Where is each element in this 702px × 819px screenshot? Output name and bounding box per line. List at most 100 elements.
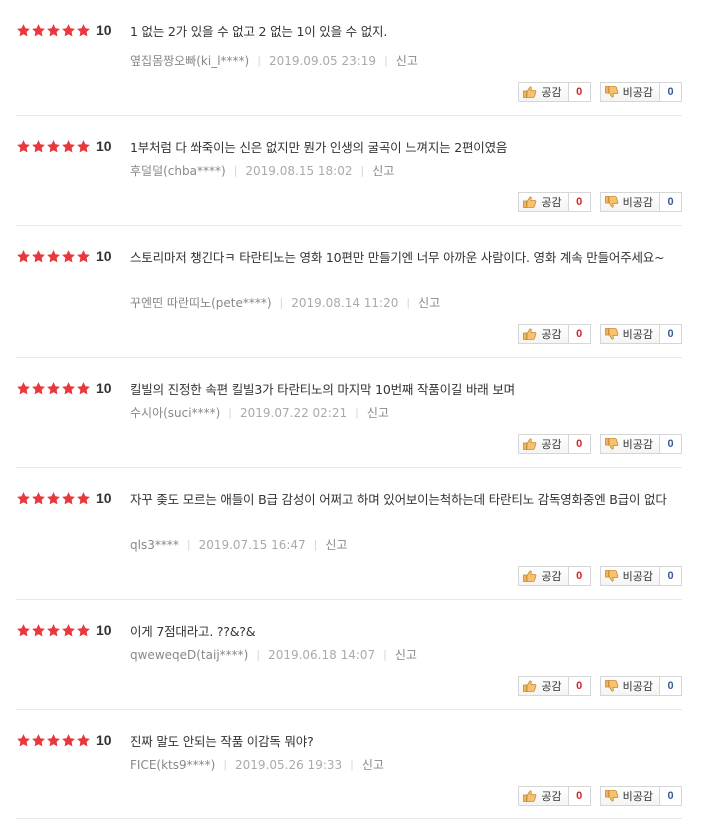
- review-date: 2019.09.05 23:19: [268, 53, 377, 68]
- vote-buttons: 공감 0 비공감 0: [518, 434, 682, 454]
- star-rating: [16, 139, 91, 154]
- like-button[interactable]: 공감: [518, 566, 569, 586]
- dislike-button[interactable]: 비공감: [599, 434, 660, 454]
- dislike-label: 비공감: [622, 680, 653, 693]
- review-text: 자꾸 좆도 모르는 애들이 B급 감성이 어쩌고 하며 있어보이는척하는데 타란…: [130, 492, 667, 507]
- rating: 10: [16, 622, 112, 638]
- score-number: 10: [96, 732, 112, 748]
- thumbs-down-icon: [604, 328, 619, 340]
- like-label: 공감: [541, 328, 562, 341]
- vote-buttons: 공감 0 비공감 0: [518, 676, 682, 696]
- review-date: 2019.08.15 18:02: [245, 163, 353, 178]
- like-button[interactable]: 공감: [518, 786, 569, 806]
- star-icon: [76, 733, 91, 748]
- star-icon: [16, 23, 31, 38]
- vote-buttons: 공감 0 비공감 0: [518, 82, 682, 102]
- divider: |: [360, 164, 365, 177]
- score-number: 10: [96, 22, 112, 38]
- star-icon: [76, 381, 91, 396]
- star-icon: [76, 623, 91, 638]
- dislike-button[interactable]: 비공감: [599, 82, 660, 102]
- author-nickname[interactable]: FICE(kts9****): [130, 758, 215, 772]
- divider: |: [383, 648, 387, 661]
- report-link[interactable]: 신고: [362, 756, 384, 773]
- author-nickname[interactable]: 꾸엔띤 따란띠노(pete****): [130, 294, 272, 311]
- review-item: 10 킬빌의 진정한 속편 킬빌3가 타란티노의 마지막 10번째 작품이길 바…: [16, 358, 682, 468]
- thumbs-down-icon: [604, 196, 619, 208]
- author-nickname[interactable]: qls3****: [130, 538, 179, 552]
- dislike-button[interactable]: 비공감: [599, 786, 660, 806]
- divider: |: [256, 648, 261, 661]
- like-button[interactable]: 공감: [518, 82, 569, 102]
- like-button[interactable]: 공감: [518, 434, 569, 454]
- dislike-label: 비공감: [622, 570, 653, 583]
- dislike-count: 0: [660, 434, 682, 454]
- rating: 10: [16, 248, 112, 264]
- report-link[interactable]: 신고: [395, 646, 417, 663]
- review-meta: FICE(kts9****) | 2019.05.26 19:33 | 신고: [130, 756, 384, 773]
- dislike-count: 0: [660, 566, 682, 586]
- like-label: 공감: [541, 790, 562, 803]
- like-button[interactable]: 공감: [518, 676, 569, 696]
- star-rating: [16, 623, 91, 638]
- star-icon: [31, 381, 46, 396]
- star-icon: [31, 139, 46, 154]
- author-nickname[interactable]: 옆집몸짱오빠(ki_l****): [130, 52, 249, 69]
- star-icon: [61, 249, 76, 264]
- dislike-count: 0: [660, 786, 682, 806]
- divider: |: [257, 54, 261, 67]
- rating: 10: [16, 138, 112, 154]
- author-nickname[interactable]: qweweqeD(taij****): [130, 648, 248, 662]
- star-icon: [46, 139, 61, 154]
- dislike-button[interactable]: 비공감: [599, 566, 660, 586]
- review-item: 10 진짜 말도 안되는 작품 이감독 뭐야? FICE(kts9****) |…: [16, 710, 682, 819]
- dislike-button[interactable]: 비공감: [599, 192, 660, 212]
- report-link[interactable]: 신고: [367, 404, 389, 421]
- star-icon: [16, 381, 31, 396]
- review-meta: 후덜덜(chba****) | 2019.08.15 18:02 | 신고: [130, 162, 394, 179]
- star-icon: [61, 139, 76, 154]
- dislike-label: 비공감: [622, 196, 653, 209]
- thumbs-up-icon: [523, 790, 537, 802]
- review-meta: 수시아(suci****) | 2019.07.22 02:21 | 신고: [130, 404, 389, 421]
- like-button[interactable]: 공감: [518, 324, 569, 344]
- like-count: 0: [568, 82, 591, 102]
- rating: 10: [16, 732, 112, 748]
- like-button[interactable]: 공감: [518, 192, 569, 212]
- thumbs-up-icon: [523, 680, 537, 692]
- divider: |: [223, 758, 228, 771]
- report-link[interactable]: 신고: [396, 52, 418, 69]
- star-icon: [46, 381, 61, 396]
- score-number: 10: [96, 380, 112, 396]
- star-icon: [31, 491, 46, 506]
- rating: 10: [16, 490, 112, 506]
- dislike-button[interactable]: 비공감: [599, 676, 660, 696]
- thumbs-up-icon: [523, 196, 537, 208]
- star-icon: [61, 733, 76, 748]
- score-number: 10: [96, 622, 112, 638]
- dislike-button[interactable]: 비공감: [599, 324, 660, 344]
- divider: |: [406, 296, 411, 309]
- score-number: 10: [96, 490, 112, 506]
- star-rating: [16, 23, 91, 38]
- divider: |: [350, 758, 354, 771]
- divider: |: [228, 406, 232, 419]
- vote-buttons: 공감 0 비공감 0: [518, 566, 682, 586]
- review-text: 킬빌의 진정한 속편 킬빌3가 타란티노의 마지막 10번째 작품이길 바래 보…: [130, 382, 515, 397]
- review-date: 2019.06.18 14:07: [268, 647, 376, 662]
- author-nickname[interactable]: 수시아(suci****): [130, 404, 220, 421]
- thumbs-down-icon: [604, 438, 619, 450]
- report-link[interactable]: 신고: [325, 536, 347, 553]
- score-number: 10: [96, 248, 112, 264]
- review-date: 2019.08.14 11:20: [291, 295, 399, 310]
- vote-buttons: 공감 0 비공감 0: [518, 192, 682, 212]
- report-link[interactable]: 신고: [372, 162, 394, 179]
- divider: |: [233, 164, 238, 177]
- author-nickname[interactable]: 후덜덜(chba****): [130, 162, 226, 179]
- dislike-count: 0: [660, 192, 682, 212]
- star-icon: [46, 249, 61, 264]
- review-text: 1 없는 2가 있을 수 없고 2 없는 1이 있을 수 없지.: [130, 24, 388, 39]
- report-link[interactable]: 신고: [418, 294, 440, 311]
- star-icon: [16, 623, 31, 638]
- star-icon: [16, 139, 31, 154]
